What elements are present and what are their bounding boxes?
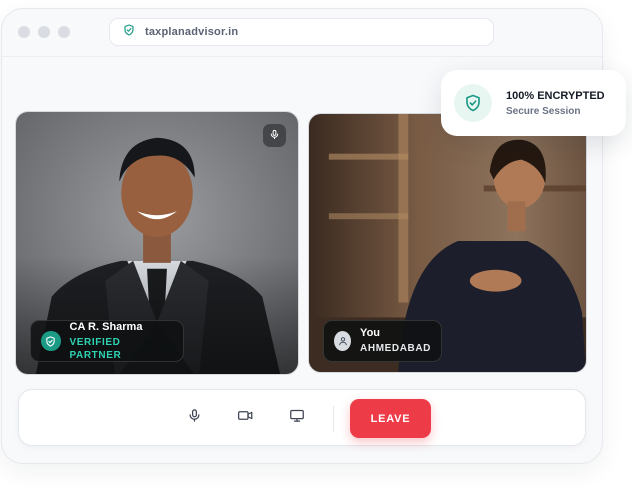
shield-check-icon xyxy=(123,23,135,41)
participant-video-tile[interactable]: CA R. Sharma VERIFIED PARTNER xyxy=(15,111,299,375)
camera-toggle-button[interactable] xyxy=(233,406,257,430)
monitor-icon xyxy=(289,408,305,428)
microphone-icon xyxy=(269,127,280,145)
screen-share-button[interactable] xyxy=(285,406,309,430)
self-name: You xyxy=(360,327,381,339)
self-location: AHMEDABAD xyxy=(360,343,431,354)
self-name-card: You AHMEDABAD xyxy=(323,320,442,362)
url-text: taxplanadvisor.in xyxy=(145,26,239,38)
video-camera-icon xyxy=(237,408,254,428)
mic-toggle-button[interactable] xyxy=(182,406,206,430)
leave-call-button[interactable]: LEAVE xyxy=(350,399,431,438)
control-divider xyxy=(333,406,334,432)
shield-check-icon xyxy=(41,331,61,351)
window-control-dot[interactable] xyxy=(18,26,30,38)
user-icon xyxy=(334,331,352,351)
participant-mic-indicator[interactable] xyxy=(263,124,286,147)
security-badge-title: 100% ENCRYPTED xyxy=(506,89,605,102)
security-badge: 100% ENCRYPTED Secure Session xyxy=(441,70,626,136)
security-badge-subtitle: Secure Session xyxy=(506,105,581,117)
window-control-dot[interactable] xyxy=(58,26,70,38)
address-bar[interactable]: taxplanadvisor.in xyxy=(109,18,494,46)
call-controls-bar: LEAVE xyxy=(18,389,586,446)
self-video-tile[interactable]: You AHMEDABAD xyxy=(308,113,587,373)
participant-name: CA R. Sharma xyxy=(69,320,143,333)
browser-titlebar: taxplanadvisor.in xyxy=(2,9,602,57)
window-control-dot[interactable] xyxy=(38,26,50,38)
microphone-icon xyxy=(187,408,202,428)
shield-check-icon xyxy=(454,84,492,122)
participant-name-card: CA R. Sharma VERIFIED PARTNER xyxy=(30,320,184,362)
participant-role: VERIFIED PARTNER xyxy=(69,336,122,361)
